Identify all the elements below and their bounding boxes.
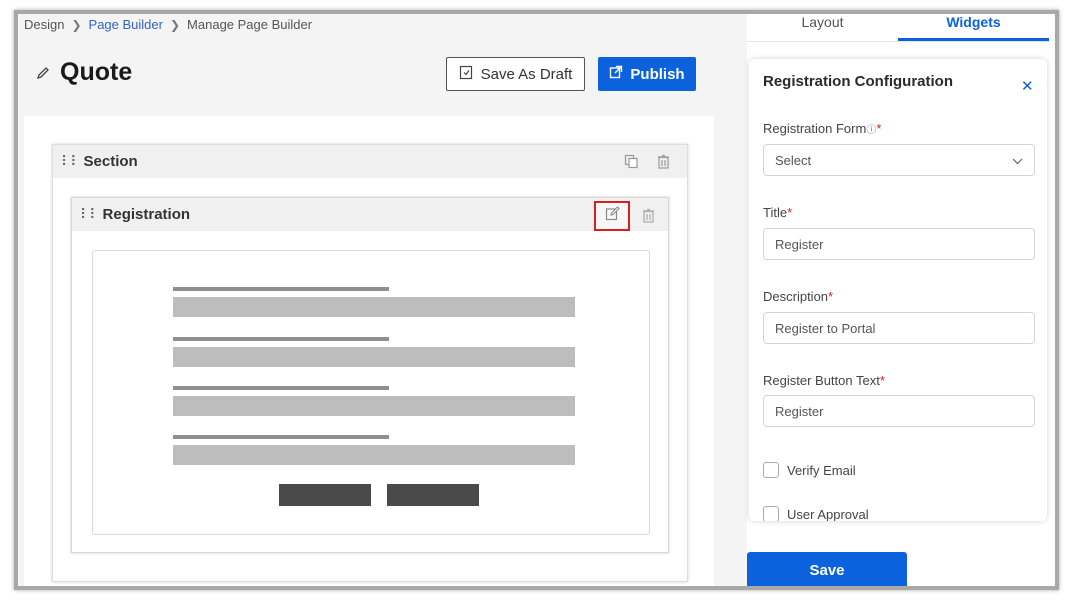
chevron-right-icon: ❯ <box>71 17 82 32</box>
save-as-draft-button[interactable]: Save As Draft <box>446 57 585 91</box>
button-text-input[interactable] <box>763 395 1035 427</box>
edit-icon <box>605 206 620 226</box>
copy-icon[interactable] <box>623 154 639 170</box>
breadcrumb-design[interactable]: Design <box>24 17 64 32</box>
description-label: Description* <box>763 289 833 304</box>
verify-email-row[interactable]: Verify Email <box>763 462 856 478</box>
registration-form-label: Registration Formⓘ* <box>763 121 881 136</box>
required-mark: * <box>828 289 834 304</box>
required-mark: * <box>787 205 793 220</box>
drag-handle-icon[interactable]: ⠇⠇ <box>61 153 80 170</box>
placeholder-label <box>173 435 389 439</box>
builder-area: Design ❯ Page Builder ❯ Manage Page Buil… <box>18 14 733 586</box>
registration-form-label-text: Registration Form <box>763 121 867 136</box>
tab-widgets[interactable]: Widgets <box>898 14 1049 41</box>
publish-label: Publish <box>630 65 685 83</box>
required-mark: * <box>876 121 882 136</box>
placeholder-button <box>387 484 479 506</box>
placeholder-field <box>173 396 575 416</box>
placeholder-field <box>173 347 575 367</box>
drag-handle-icon[interactable]: ⠇⠇ <box>80 206 99 223</box>
info-icon[interactable]: ⓘ <box>866 125 876 136</box>
section-title: Section <box>83 153 138 170</box>
tab-layout[interactable]: Layout <box>747 14 898 41</box>
registration-form-select[interactable]: Select <box>763 144 1035 176</box>
button-text-label-text: Register Button Text <box>763 373 880 388</box>
description-label-text: Description <box>763 289 829 304</box>
chevron-right-icon: ❯ <box>169 17 181 32</box>
pencil-icon[interactable] <box>36 66 50 80</box>
title-label-text: Title <box>763 205 788 220</box>
widget-preview <box>92 250 650 535</box>
publish-button[interactable]: Publish <box>598 57 696 91</box>
external-link-icon <box>609 65 623 83</box>
section-header: ⠇⠇ Section <box>53 145 687 178</box>
user-approval-checkbox[interactable] <box>763 506 779 521</box>
title-label: Title* <box>763 205 792 220</box>
config-title: Registration Configuration <box>763 73 953 90</box>
placeholder-field <box>173 297 575 317</box>
breadcrumb-current: Manage Page Builder <box>187 17 313 32</box>
page-title: Quote <box>60 58 133 86</box>
breadcrumb-page-builder[interactable]: Page Builder <box>89 17 163 32</box>
title-input[interactable] <box>763 228 1035 260</box>
placeholder-button <box>279 484 371 506</box>
placeholder-field <box>173 445 575 465</box>
button-text-label: Register Button Text* <box>763 373 885 388</box>
section-actions <box>623 154 671 170</box>
placeholder-label <box>173 386 389 390</box>
close-icon[interactable]: ✕ <box>1021 77 1034 95</box>
widget-title: Registration <box>102 206 191 223</box>
user-approval-row[interactable]: User Approval <box>763 506 869 521</box>
widget-header: ⠇⠇ Registration <box>72 198 668 231</box>
registration-widget[interactable]: ⠇⠇ Registration <box>71 197 669 553</box>
required-mark: * <box>879 373 885 388</box>
user-approval-label: User Approval <box>787 506 869 522</box>
placeholder-label <box>173 337 389 341</box>
trash-icon[interactable] <box>655 154 671 170</box>
verify-email-checkbox[interactable] <box>763 462 779 478</box>
chevron-down-icon <box>1012 153 1023 168</box>
registration-form-value: Select <box>775 152 812 168</box>
description-input[interactable] <box>763 312 1035 344</box>
draft-icon <box>459 65 473 84</box>
section-container[interactable]: ⠇⠇ Section ⠇⠇ Registration <box>52 144 688 582</box>
edit-widget-button[interactable] <box>594 201 630 231</box>
panel-tabs: Layout Widgets <box>747 14 1049 42</box>
page-title-row: Quote <box>36 58 132 87</box>
trash-icon[interactable] <box>640 207 656 223</box>
app-window: Design ❯ Page Builder ❯ Manage Page Buil… <box>14 10 1059 590</box>
settings-panel: Layout Widgets Registration Configuratio… <box>747 14 1055 586</box>
save-button[interactable]: Save <box>747 552 907 586</box>
breadcrumb: Design ❯ Page Builder ❯ Manage Page Buil… <box>24 17 312 32</box>
registration-config-card: Registration Configuration ✕ Registratio… <box>749 59 1047 521</box>
save-as-draft-label: Save As Draft <box>480 65 573 83</box>
verify-email-label: Verify Email <box>787 462 856 478</box>
placeholder-label <box>173 287 389 291</box>
